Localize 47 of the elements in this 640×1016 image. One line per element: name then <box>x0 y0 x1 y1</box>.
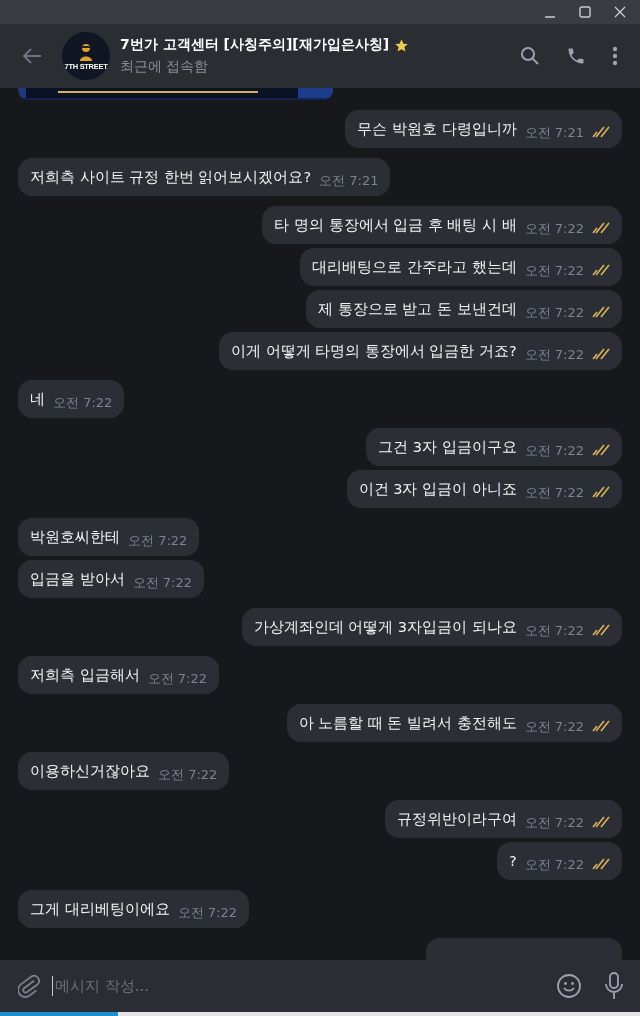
microphone-icon[interactable] <box>604 972 624 1000</box>
message-text: 이게 어떻게 타명의 통장에서 입금한 거죠? <box>230 341 517 361</box>
message-text: 네 <box>30 389 45 409</box>
message-time: 오전 7:22 <box>524 856 584 874</box>
back-arrow-icon[interactable] <box>22 47 42 65</box>
message-text: 그건 3자 입금이구요 <box>378 437 517 457</box>
message-text: 가상계좌인데 어떻게 3자입금이 되나요 <box>253 617 517 637</box>
message-time: 오전 7:22 <box>524 220 584 238</box>
message-text: 입금을 받아서 <box>30 569 125 589</box>
message-text: 그게 대리베팅이에요 <box>30 899 170 919</box>
message-text: 박원호씨한테 <box>30 527 120 547</box>
emoji-icon[interactable] <box>556 973 582 999</box>
message-time: 오전 7:22 <box>524 346 584 364</box>
close-icon[interactable] <box>614 6 626 18</box>
message-time: 오전 7:22 <box>524 262 584 280</box>
message-text: 타 명의 통장에서 입금 후 배팅 시 배 <box>274 215 517 235</box>
message-text: 이용하신거잖아요 <box>30 761 150 781</box>
message-time: 오전 7:22 <box>524 304 584 322</box>
message-time: 오전 7:22 <box>524 484 584 502</box>
message-text: 아 노름할 때 돈 빌려서 충전해도 <box>298 713 517 733</box>
message-time: 오전 7:22 <box>524 622 584 640</box>
message-time: 오전 7:22 <box>524 718 584 736</box>
message-text: 저희측 사이트 규정 한번 읽어보시겠어요? <box>30 167 312 187</box>
message-text: ? <box>508 853 517 869</box>
message-time: 오전 7:21 <box>524 124 584 142</box>
maximize-icon[interactable] <box>579 6 591 18</box>
message-time: 오전 7:22 <box>53 394 113 412</box>
message-text: 규정위반이라구여 <box>396 809 517 829</box>
paperclip-icon[interactable] <box>18 973 40 999</box>
message-time: 오전 7:22 <box>177 904 237 922</box>
message-time: 오전 7:22 <box>132 574 192 592</box>
message-time: 오전 7:22 <box>524 442 584 460</box>
message-time: 오전 7:22 <box>158 766 218 784</box>
message-time: 오전 7:21 <box>319 172 379 190</box>
more-options-icon[interactable] <box>612 46 618 66</box>
last-seen-status: 최근에 접속함 <box>120 58 210 76</box>
chat-title: 7번가 고객센터 [사칭주의][재가입은사칭] <box>120 36 390 54</box>
phone-icon[interactable] <box>566 46 586 66</box>
message-time: 오전 7:22 <box>524 814 584 832</box>
message-text: 대리배팅으로 간주라고 했는데 <box>312 257 517 277</box>
message-text: 제 통장으로 받고 돈 보낸건데 <box>318 299 517 319</box>
message-text: 무슨 박원호 다령입니까 <box>357 119 517 139</box>
message-time: 오전 7:22 <box>128 532 188 550</box>
search-icon[interactable] <box>520 46 540 66</box>
message-text: 이건 3자 입금이 아니죠 <box>358 479 517 499</box>
message-text: 저희측 입금해서 <box>30 665 140 685</box>
message-time: 오전 7:22 <box>147 670 207 688</box>
